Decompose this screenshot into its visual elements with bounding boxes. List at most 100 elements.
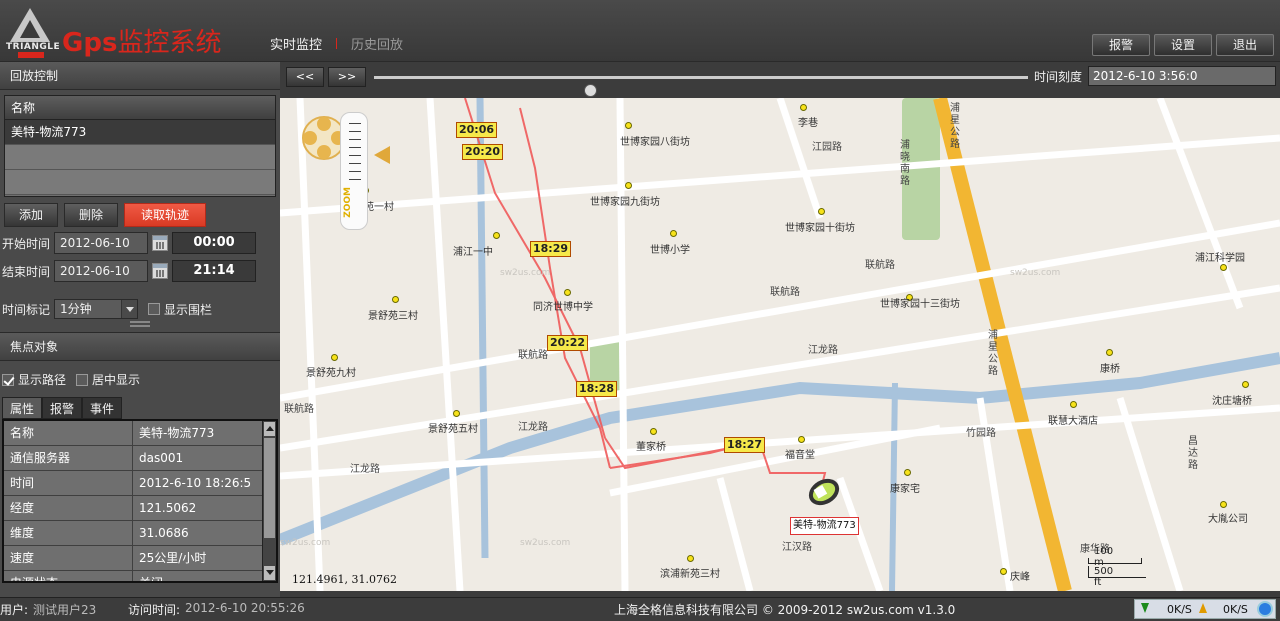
poi-marker[interactable] [625,122,632,129]
interval-select[interactable]: 1分钟 [54,299,139,319]
poi-label: 沈庄塘桥 [1212,396,1252,407]
map-navigation-control: ZOOM [292,106,390,230]
time-slider-thumb[interactable] [583,84,597,97]
scroll-up-icon[interactable] [264,422,275,436]
logout-button[interactable]: 退出 [1215,34,1274,56]
playback-control-header: 回放控制 [0,62,280,90]
property-value: 121.5062 [139,501,197,515]
poi-marker[interactable] [650,428,657,435]
pan-left-icon[interactable] [303,131,317,145]
poi-label: 大胤公司 [1208,514,1248,525]
road-label: 浦晓南路 [900,140,910,187]
property-value: 关闭 [139,576,164,583]
tab-history[interactable]: 历史回放 [351,34,403,53]
chevron-down-icon [121,300,138,318]
vehicle-list-item[interactable]: 美特-物流773 [5,120,275,145]
scroll-down-icon[interactable] [264,566,275,580]
add-button[interactable]: 添加 [4,203,59,227]
poi-marker[interactable] [331,354,338,361]
read-track-button[interactable]: 读取轨迹 [124,203,207,227]
property-table: 名称 美特-物流773 通信服务器 das001 时间 2012-6-10 18:26… [2,419,278,583]
road-label: 江汉路 [782,542,812,553]
table-row: 通信服务器 das001 [4,446,276,471]
road-label: 竹园路 [966,428,996,439]
step-forward-button[interactable]: >> [328,67,366,87]
show-fence-label: 显示围栏 [164,302,213,317]
end-time-row: 结束时间 2012-06-10 21:14 [2,260,257,282]
zoom-label: ZOOM [343,187,353,218]
delete-button[interactable]: 删除 [64,203,119,227]
poi-marker[interactable] [800,104,807,111]
track-time-tag[interactable]: 18:29 [530,241,572,257]
track-time-tag[interactable]: 18:27 [724,437,766,453]
poi-marker[interactable] [392,296,399,303]
focus-tabs: 属性 报警 事件 [2,397,123,419]
scale-feet: 500 ft [1094,566,1114,588]
poi-marker[interactable] [1242,381,1249,388]
start-time-input[interactable]: 00:00 [172,232,257,254]
tab-properties[interactable]: 属性 [2,397,43,419]
track-time-tag[interactable]: 20:06 [456,122,498,138]
panel-splitter-handle[interactable] [130,321,150,327]
alarm-button[interactable]: 报警 [1091,34,1150,56]
step-back-button[interactable]: << [286,67,324,87]
tab-events[interactable]: 事件 [82,397,123,419]
tab-alarms[interactable]: 报警 [42,397,83,419]
settings-button[interactable]: 设置 [1153,34,1212,56]
poi-marker[interactable] [1070,401,1077,408]
poi-marker[interactable] [1106,349,1113,356]
poi-marker[interactable] [625,182,632,189]
app-header: TRIANGLE Gps监控系统 实时监控 历史回放 报警 设置 退出 [0,0,1280,62]
poi-marker[interactable] [670,230,677,237]
poi-marker[interactable] [687,555,694,562]
calendar-icon[interactable] [152,263,169,279]
poi-label: 联慧大酒店 [1048,416,1098,427]
poi-marker[interactable] [1000,568,1007,575]
interval-row: 时间标记 1分钟 显示围栏 [2,299,212,319]
poi-marker[interactable] [1220,264,1227,271]
header-buttons: 报警 设置 退出 [1091,34,1274,56]
end-time-input[interactable]: 21:14 [172,260,257,282]
time-slider[interactable] [374,76,1028,97]
pan-up-icon[interactable] [317,117,331,131]
center-display-checkbox[interactable] [76,373,89,386]
time-scale-label: 时间刻度 [1034,70,1083,84]
poi-marker[interactable] [564,289,571,296]
table-row: 维度 31.0686 [4,521,276,546]
property-table-scrollbar[interactable] [262,421,276,581]
network-rate-indicator: 0K/S 0K/S [1134,599,1276,619]
show-path-checkbox[interactable] [2,373,14,386]
track-time-tag[interactable]: 18:28 [576,381,618,397]
map-watermark: sw2us.com [280,538,331,548]
zoom-slider[interactable]: ZOOM [340,112,368,230]
map-view[interactable]: 江园路 浦晓南路 联航路 联航路 联航路 江龙路 江龙路 江龙路 联航路 竹园路… [280,98,1280,591]
time-scale-input[interactable]: 2012-6-10 3:56:0 [1088,66,1276,86]
poi-marker[interactable] [904,469,911,476]
road-label: 联航路 [518,350,548,361]
vehicle-marker-icon[interactable] [804,470,844,510]
track-time-tag[interactable]: 20:22 [547,335,589,351]
playback-bar: << >> 时间刻度 2012-6-10 3:56:0 [280,62,1280,98]
poi-marker[interactable] [798,436,805,443]
poi-marker[interactable] [493,232,500,239]
property-value: 美特-物流773 [139,426,215,440]
calendar-icon[interactable] [152,235,169,251]
app-title-latin: Gps [62,28,118,58]
poi-label: 景舒苑五村 [428,424,478,435]
track-time-tag[interactable]: 20:20 [462,144,504,160]
end-date-input[interactable]: 2012-06-10 [54,260,149,282]
tab-realtime[interactable]: 实时监控 [270,34,322,53]
pan-down-icon[interactable] [317,145,331,159]
user-label: 用户: [0,603,29,617]
map-watermark: sw2us.com [520,538,571,548]
poi-label: 同济世博中学 [533,302,593,313]
show-fence-checkbox[interactable] [148,303,161,315]
vehicle-label[interactable]: 美特-物流773 [790,517,859,535]
start-date-input[interactable]: 2012-06-10 [54,232,149,254]
poi-marker[interactable] [1220,501,1227,508]
poi-label: 福音堂 [785,450,815,461]
poi-marker[interactable] [453,410,460,417]
map-base [280,98,1280,591]
poi-marker[interactable] [818,208,825,215]
scroll-thumb[interactable] [264,438,275,538]
